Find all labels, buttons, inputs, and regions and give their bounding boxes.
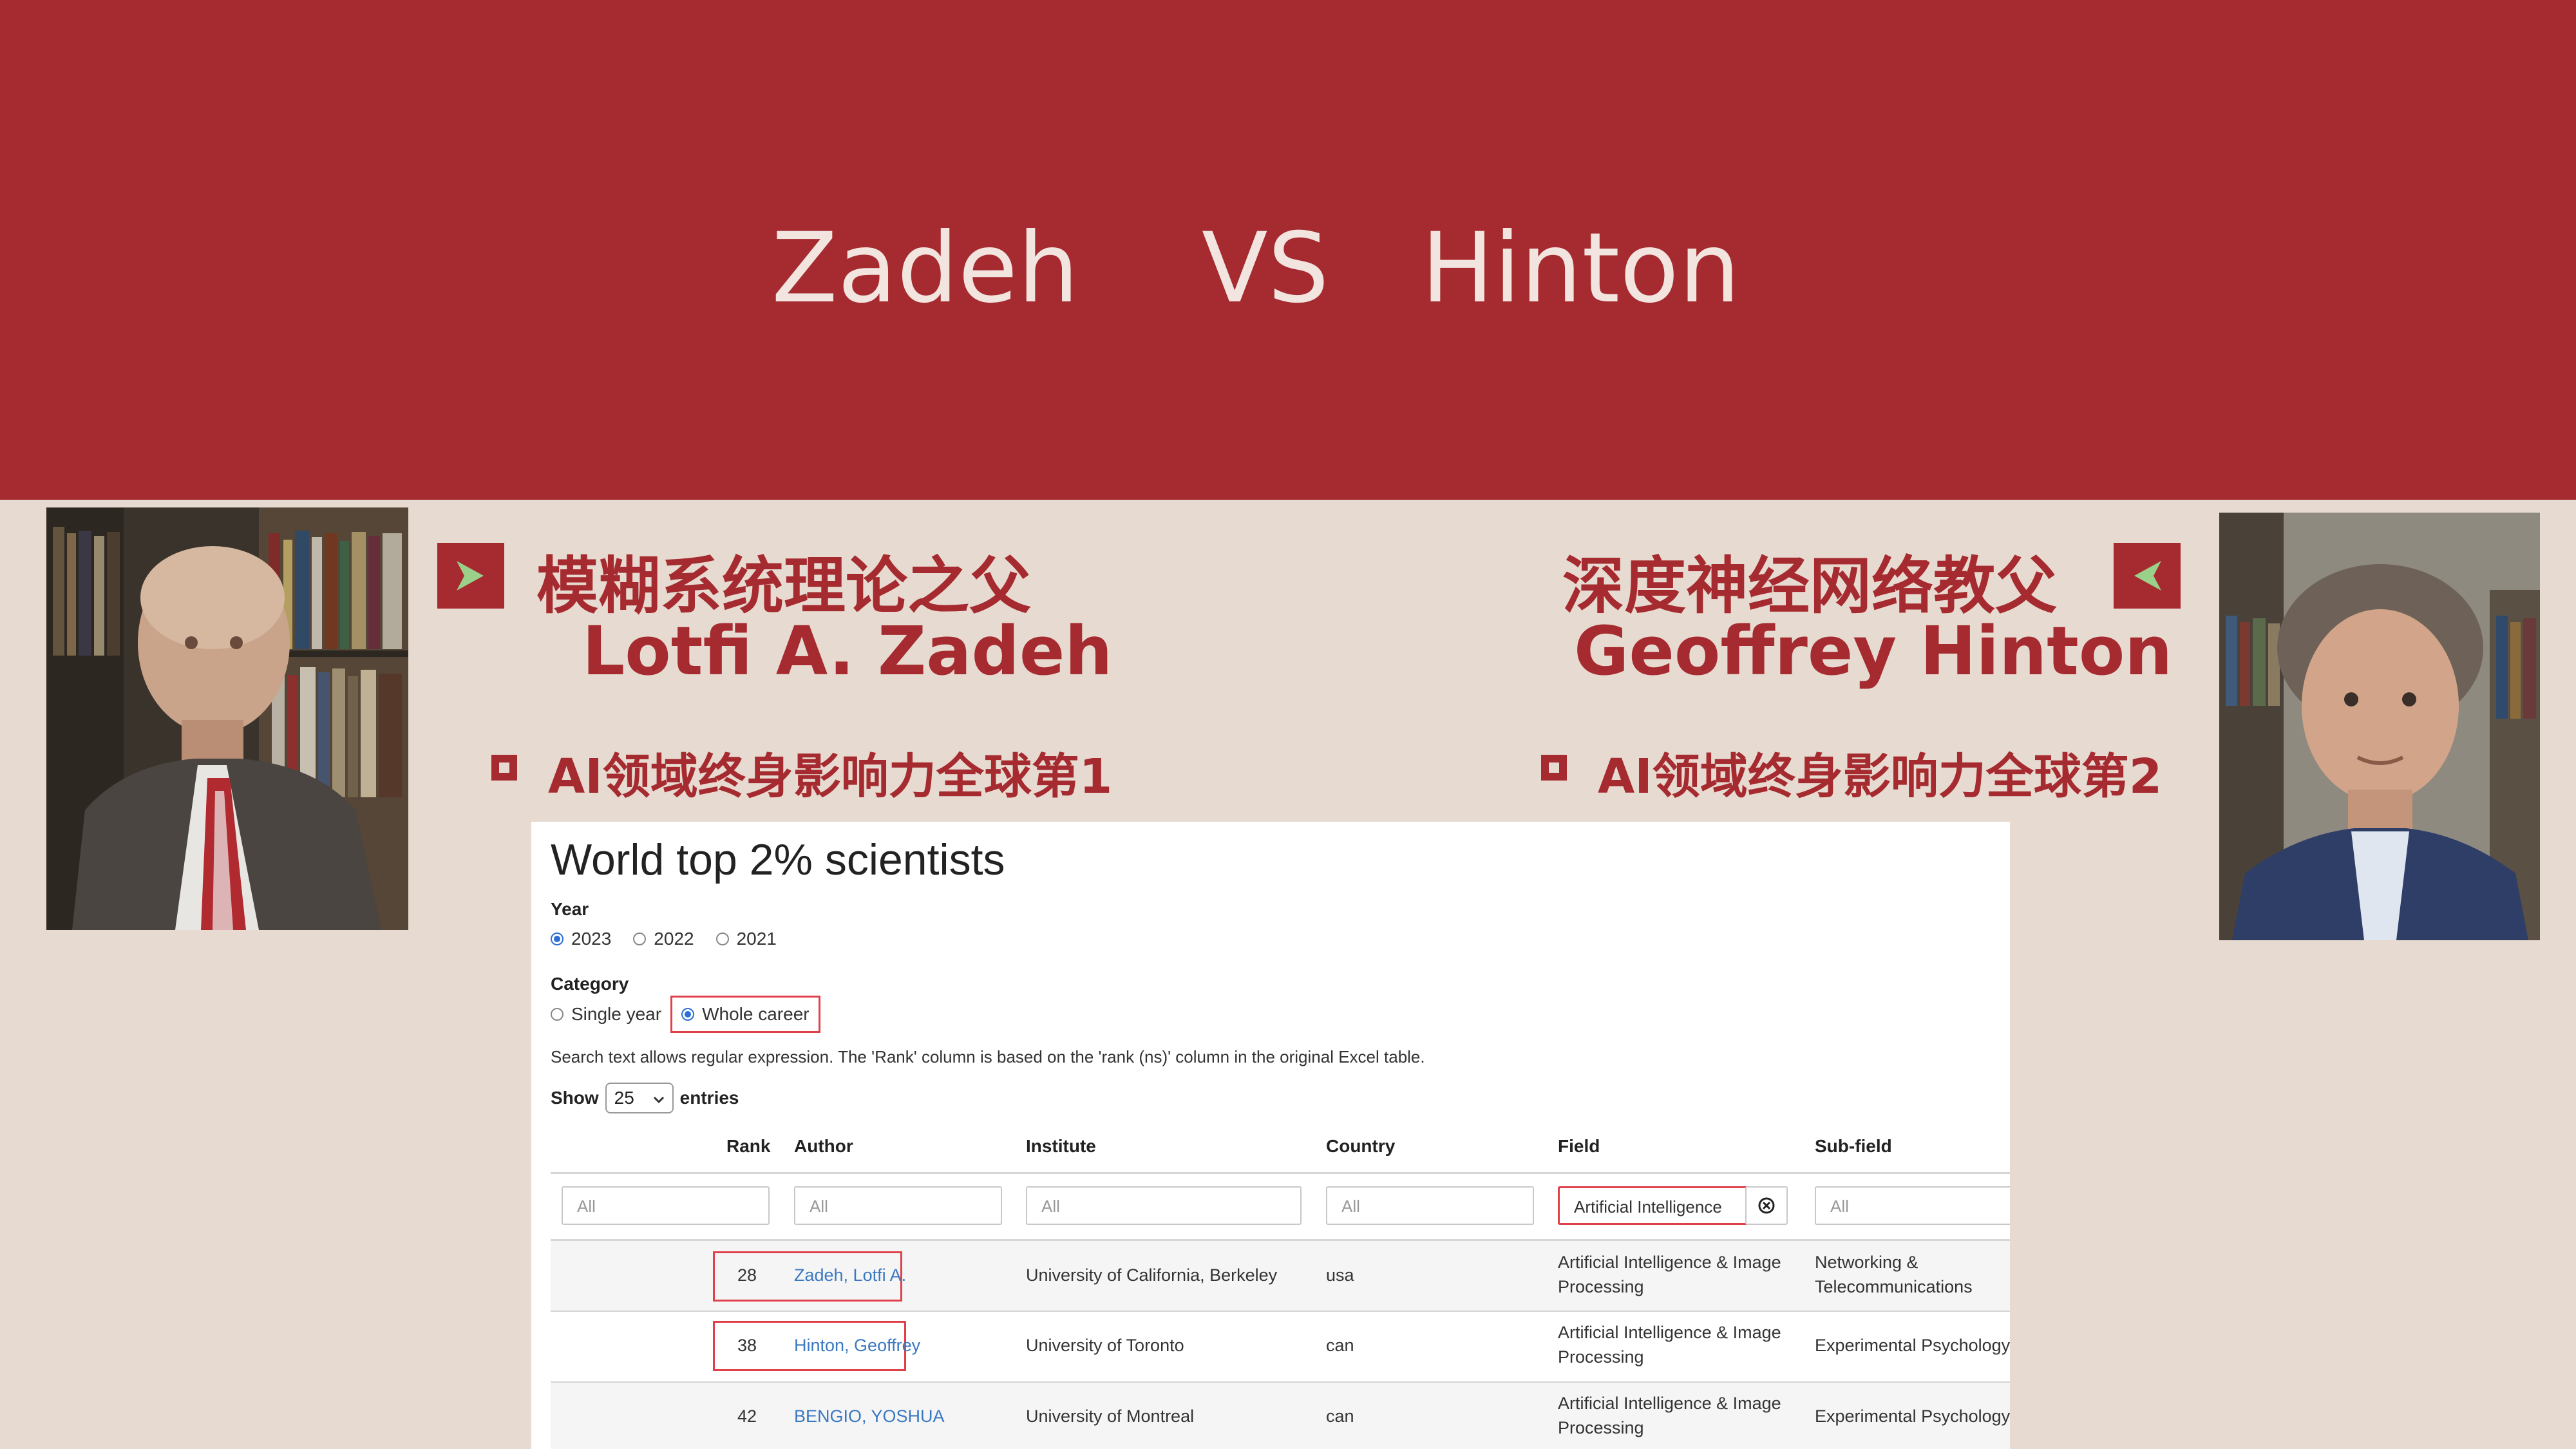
category-radio-group: Single year Whole career [551, 996, 842, 1033]
radio-icon[interactable] [715, 933, 729, 945]
hinton-name: Geoffrey Hinton [1574, 612, 2173, 690]
title-banner: Zadeh VS Hinton [0, 0, 2576, 500]
column-header-field[interactable]: Field [1558, 1136, 1600, 1157]
table-row[interactable]: 38 Hinton, Geoffrey University of Toront… [551, 1312, 2010, 1381]
column-header-author[interactable]: Author [794, 1136, 853, 1157]
institute-cell: University of Toronto [1026, 1336, 1184, 1355]
entries-select[interactable]: 25 [605, 1083, 674, 1113]
category-option-whole-career[interactable]: Whole career [670, 996, 820, 1033]
table-row[interactable]: 28 Zadeh, Lotfi A. University of Califor… [551, 1241, 2010, 1311]
field-cell-line1: Artificial Intelligence & Image [1558, 1253, 1781, 1272]
author-link[interactable]: BENGIO, YOSHUA [794, 1404, 945, 1428]
zadeh-portrait [46, 507, 408, 930]
year-label: Year [551, 899, 589, 919]
country-cell: can [1326, 1336, 1354, 1355]
subfield-filter-input[interactable]: All [1815, 1186, 2010, 1225]
radio-selected-icon[interactable] [681, 1008, 695, 1021]
regex-note: Search text allows regular expression. T… [551, 1047, 1425, 1066]
square-bullet-icon [1541, 755, 1567, 781]
slide-title: Zadeh VS Hinton [771, 213, 1741, 325]
field-cell-line2: Processing [1558, 1418, 1644, 1437]
header-divider [551, 1172, 2010, 1174]
page-length-control: Show 25 entries [551, 1083, 739, 1113]
rank-cell: 28 [737, 1265, 757, 1285]
category-label: Category [551, 974, 629, 994]
column-header-country[interactable]: Country [1326, 1136, 1395, 1157]
hinton-rank-note: AI领域终身影响力全球第2 [1598, 749, 2163, 804]
right-arrow-icon [437, 543, 504, 609]
institute-cell: University of California, Berkeley [1026, 1265, 1278, 1285]
hinton-portrait [2219, 513, 2540, 940]
field-cell-line2: Processing [1558, 1277, 1644, 1296]
author-filter-input[interactable]: All [794, 1186, 1002, 1225]
rank-filter-input[interactable]: All [562, 1186, 770, 1225]
zadeh-name: Lotfi A. Zadeh [582, 612, 1113, 690]
institute-filter-input[interactable]: All [1026, 1186, 1302, 1225]
subfield-cell: Experimental Psychology [1815, 1406, 2010, 1426]
field-cell-line1: Artificial Intelligence & Image [1558, 1323, 1781, 1342]
radio-icon[interactable] [633, 933, 647, 945]
field-filter-input[interactable]: Artificial Intelligence [1558, 1186, 1748, 1225]
country-cell: can [1326, 1406, 1354, 1426]
year-option-2023[interactable]: 2023 [551, 929, 611, 949]
category-option-single-year[interactable]: Single year [551, 1004, 661, 1025]
author-link[interactable]: Hinton, Geoffrey [794, 1333, 920, 1358]
field-cell-line1: Artificial Intelligence & Image [1558, 1394, 1781, 1413]
year-radio-group: 2023 2022 2021 [551, 929, 799, 949]
subfield-cell: Experimental Psychology [1815, 1336, 2010, 1355]
left-arrow-icon [2114, 543, 2181, 609]
close-circle-icon [1758, 1197, 1775, 1214]
column-header-institute[interactable]: Institute [1026, 1136, 1096, 1157]
column-header-subfield[interactable]: Sub-field [1815, 1136, 1892, 1157]
subfield-cell-line2: Telecommunications [1815, 1277, 1973, 1296]
panel-title: World top 2% scientists [551, 835, 1005, 884]
rank-cell: 42 [737, 1406, 757, 1426]
author-link[interactable]: Zadeh, Lotfi A. [794, 1263, 906, 1287]
clear-filter-button[interactable] [1745, 1186, 1788, 1225]
zadeh-rank-note: AI领域终身影响力全球第1 [548, 749, 1113, 804]
top-scientists-table-panel: World top 2% scientists Year 2023 2022 2… [531, 822, 2010, 1449]
radio-selected-icon[interactable] [551, 933, 564, 945]
country-cell: usa [1326, 1265, 1354, 1285]
rank-cell: 38 [737, 1336, 757, 1355]
square-bullet-icon [491, 755, 517, 781]
year-option-2021[interactable]: 2021 [715, 929, 777, 949]
country-filter-input[interactable]: All [1326, 1186, 1534, 1225]
field-cell-line2: Processing [1558, 1347, 1644, 1367]
table-row[interactable]: 42 BENGIO, YOSHUA University of Montreal… [551, 1383, 2010, 1449]
institute-cell: University of Montreal [1026, 1406, 1195, 1426]
chevron-down-icon [653, 1088, 665, 1108]
radio-icon[interactable] [551, 1008, 564, 1021]
subfield-cell-line1: Networking & [1815, 1253, 1918, 1272]
column-header-rank[interactable]: Rank [726, 1136, 770, 1157]
year-option-2022[interactable]: 2022 [633, 929, 694, 949]
